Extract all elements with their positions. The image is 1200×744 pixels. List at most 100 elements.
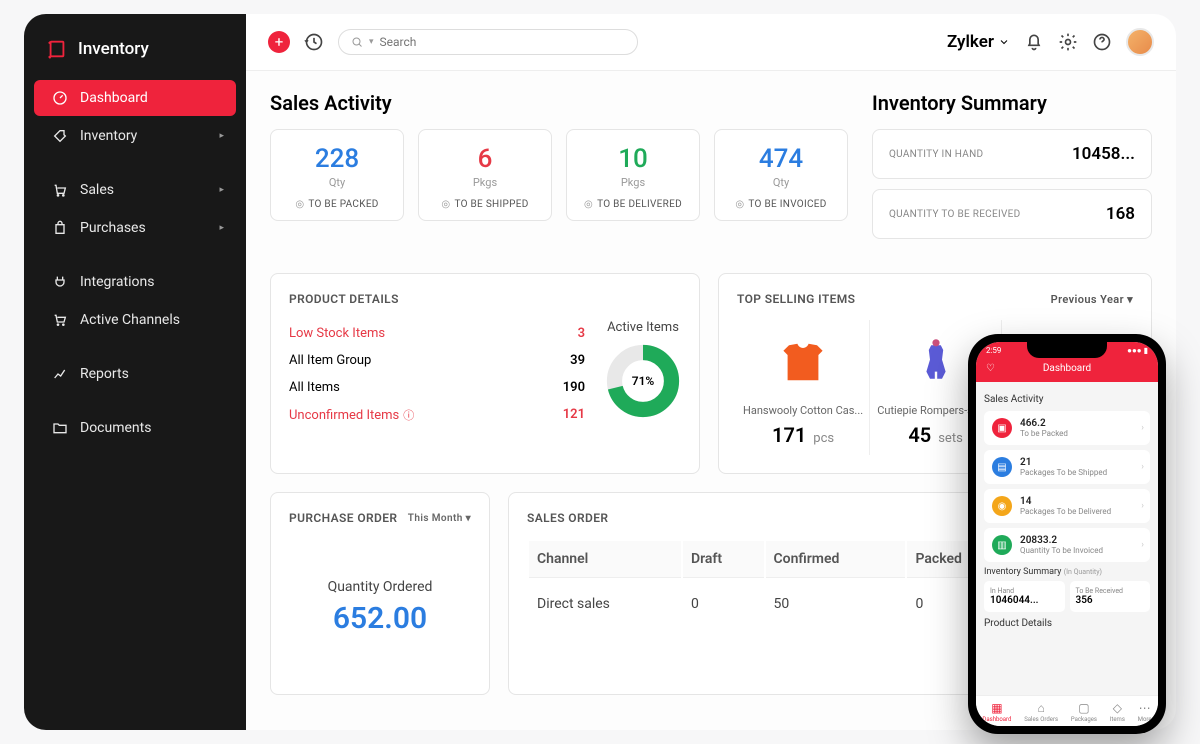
sa-value: 10	[575, 144, 691, 174]
product-qty: 45	[908, 423, 931, 447]
phone-inv-box[interactable]: In Hand1046044...	[984, 581, 1065, 612]
inv-label: QUANTITY TO BE RECEIVED	[889, 209, 1021, 220]
sa-unit: Qty	[723, 176, 839, 189]
sa-value: 6	[427, 144, 543, 174]
signal-icon: ●●● ▮	[1127, 346, 1148, 355]
sidebar-item-channels[interactable]: Active Channels	[34, 302, 236, 338]
th-draft: Draft	[683, 541, 764, 578]
inv-row-to-receive[interactable]: QUANTITY TO BE RECEIVED 168	[872, 189, 1152, 239]
phone-inv-value: 356	[1076, 595, 1145, 606]
gear-icon[interactable]	[1058, 32, 1078, 52]
pd-label: All Item Group	[289, 353, 371, 368]
sa-card-delivered[interactable]: 10 Pkgs TO BE DELIVERED	[566, 129, 700, 221]
search-input[interactable]	[380, 35, 625, 49]
product-image	[902, 328, 970, 396]
phone-inv-value: 1046044...	[990, 595, 1059, 606]
search-input-wrap[interactable]: ▾	[338, 29, 638, 55]
phone-tab-items[interactable]: ◇Items	[1110, 701, 1125, 723]
phone-item-label: Packages To be Shipped	[1020, 468, 1107, 477]
pd-row-low-stock[interactable]: Low Stock Items3	[289, 320, 585, 347]
inventory-logo-icon	[46, 38, 68, 60]
th-channel: Channel	[529, 541, 681, 578]
bell-icon[interactable]	[1024, 32, 1044, 52]
history-icon[interactable]	[304, 32, 324, 52]
topbar: + ▾ Zylker	[246, 14, 1176, 71]
sa-card-invoiced[interactable]: 474 Qty TO BE INVOICED	[714, 129, 848, 221]
chevron-right-icon: ▸	[219, 223, 224, 233]
sales-activity-block: Sales Activity 228 Qty TO BE PACKED 6 Pk…	[270, 91, 848, 249]
help-icon[interactable]	[1092, 32, 1112, 52]
phone-tab-packages[interactable]: ▢Packages	[1071, 701, 1097, 723]
phone-tab-dashboard[interactable]: ▦Dashboard	[982, 701, 1011, 723]
sidebar-item-reports[interactable]: Reports	[34, 356, 236, 392]
sidebar-item-dashboard[interactable]: Dashboard	[34, 80, 236, 116]
phone-section-title: Sales Activity	[984, 394, 1150, 405]
phone-time: 2:59	[986, 346, 1001, 355]
phone-sa-item[interactable]: ▥20833.2Quantity To be Invoiced›	[984, 528, 1150, 562]
channel-icon	[52, 312, 68, 328]
card-title-text: TOP SELLING ITEMS	[737, 292, 855, 306]
phone-tab-more[interactable]: ⋯More	[1138, 701, 1152, 723]
inv-value: 10458...	[1072, 144, 1135, 164]
phone-sa-item[interactable]: ▤21Packages To be Shipped›	[984, 450, 1150, 484]
td-draft: 0	[683, 580, 764, 628]
product-unit: pcs	[813, 431, 834, 446]
sa-label: TO BE SHIPPED	[427, 199, 543, 210]
sa-card-packed[interactable]: 228 Qty TO BE PACKED	[270, 129, 404, 221]
phone-inv-label: To Be Received	[1076, 587, 1145, 595]
phone-item-label: To be Packed	[1020, 429, 1068, 438]
product-qty: 171	[772, 423, 806, 447]
pd-row-unconfirmed[interactable]: Unconfirmed Itemsⓘ121	[289, 401, 585, 429]
donut-percent: 71%	[632, 374, 655, 388]
sa-card-shipped[interactable]: 6 Pkgs TO BE SHIPPED	[418, 129, 552, 221]
app-logo: Inventory	[24, 32, 246, 78]
inv-row-in-hand[interactable]: QUANTITY IN HAND 10458...	[872, 129, 1152, 179]
phone-inv-box[interactable]: To Be Received356	[1070, 581, 1151, 612]
phone-sa-item[interactable]: ◉14Packages To be Delivered›	[984, 489, 1150, 523]
warning-icon: ⓘ	[403, 409, 414, 422]
sidebar-label: Active Channels	[80, 312, 180, 328]
org-switcher[interactable]: Zylker	[947, 32, 1010, 52]
ts-item[interactable]: Hanswooly Cotton Cas... 171 pcs	[737, 320, 870, 455]
phone-item-value: 21	[1020, 457, 1107, 468]
search-icon	[351, 36, 363, 48]
pd-row-item-group[interactable]: All Item Group39	[289, 347, 585, 374]
sa-unit: Qty	[279, 176, 395, 189]
phone-sa-item[interactable]: ▣466.2To be Packed›	[984, 411, 1150, 445]
sidebar: Inventory Dashboard Inventory ▸ Sales ▸ …	[24, 14, 246, 730]
sidebar-item-inventory[interactable]: Inventory ▸	[34, 118, 236, 154]
phone-section-sub: (In Quantity)	[1064, 568, 1102, 576]
pd-row-all-items[interactable]: All Items190	[289, 374, 585, 401]
phone-item-value: 20833.2	[1020, 535, 1103, 546]
phone-tab-sales[interactable]: ⌂Sales Orders	[1024, 701, 1058, 723]
sa-label: TO BE INVOICED	[723, 199, 839, 210]
sidebar-label: Inventory	[80, 128, 137, 144]
phone-item-value: 466.2	[1020, 418, 1068, 429]
sidebar-item-purchases[interactable]: Purchases ▸	[34, 210, 236, 246]
add-button[interactable]: +	[268, 31, 290, 53]
bag-icon	[52, 220, 68, 236]
phone-header: ♡ Dashboard	[976, 357, 1158, 382]
chevron-right-icon: ▸	[219, 131, 224, 141]
chevron-right-icon: ›	[1141, 501, 1144, 511]
range-dropdown[interactable]: This Month ▾	[408, 513, 471, 524]
product-image	[769, 328, 837, 396]
phone-tabbar: ▦Dashboard ⌂Sales Orders ▢Packages ◇Item…	[976, 695, 1158, 726]
truck-icon: ▤	[992, 457, 1012, 477]
chevron-right-icon: ›	[1141, 423, 1144, 433]
range-dropdown[interactable]: Previous Year ▾	[1051, 293, 1133, 306]
sidebar-item-integrations[interactable]: Integrations	[34, 264, 236, 300]
sidebar-item-sales[interactable]: Sales ▸	[34, 172, 236, 208]
app-name: Inventory	[78, 39, 149, 59]
chevron-right-icon: ›	[1141, 540, 1144, 550]
avatar[interactable]	[1126, 28, 1154, 56]
bell-icon[interactable]: ♡	[986, 363, 995, 374]
sa-unit: Pkgs	[575, 176, 691, 189]
plug-icon	[52, 274, 68, 290]
phone-item-value: 14	[1020, 496, 1111, 507]
phone-header-title: Dashboard	[1043, 363, 1091, 374]
sidebar-item-documents[interactable]: Documents	[34, 410, 236, 446]
more-icon: ⋯	[1138, 701, 1152, 715]
reports-icon	[52, 366, 68, 382]
sa-label: TO BE PACKED	[279, 199, 395, 210]
